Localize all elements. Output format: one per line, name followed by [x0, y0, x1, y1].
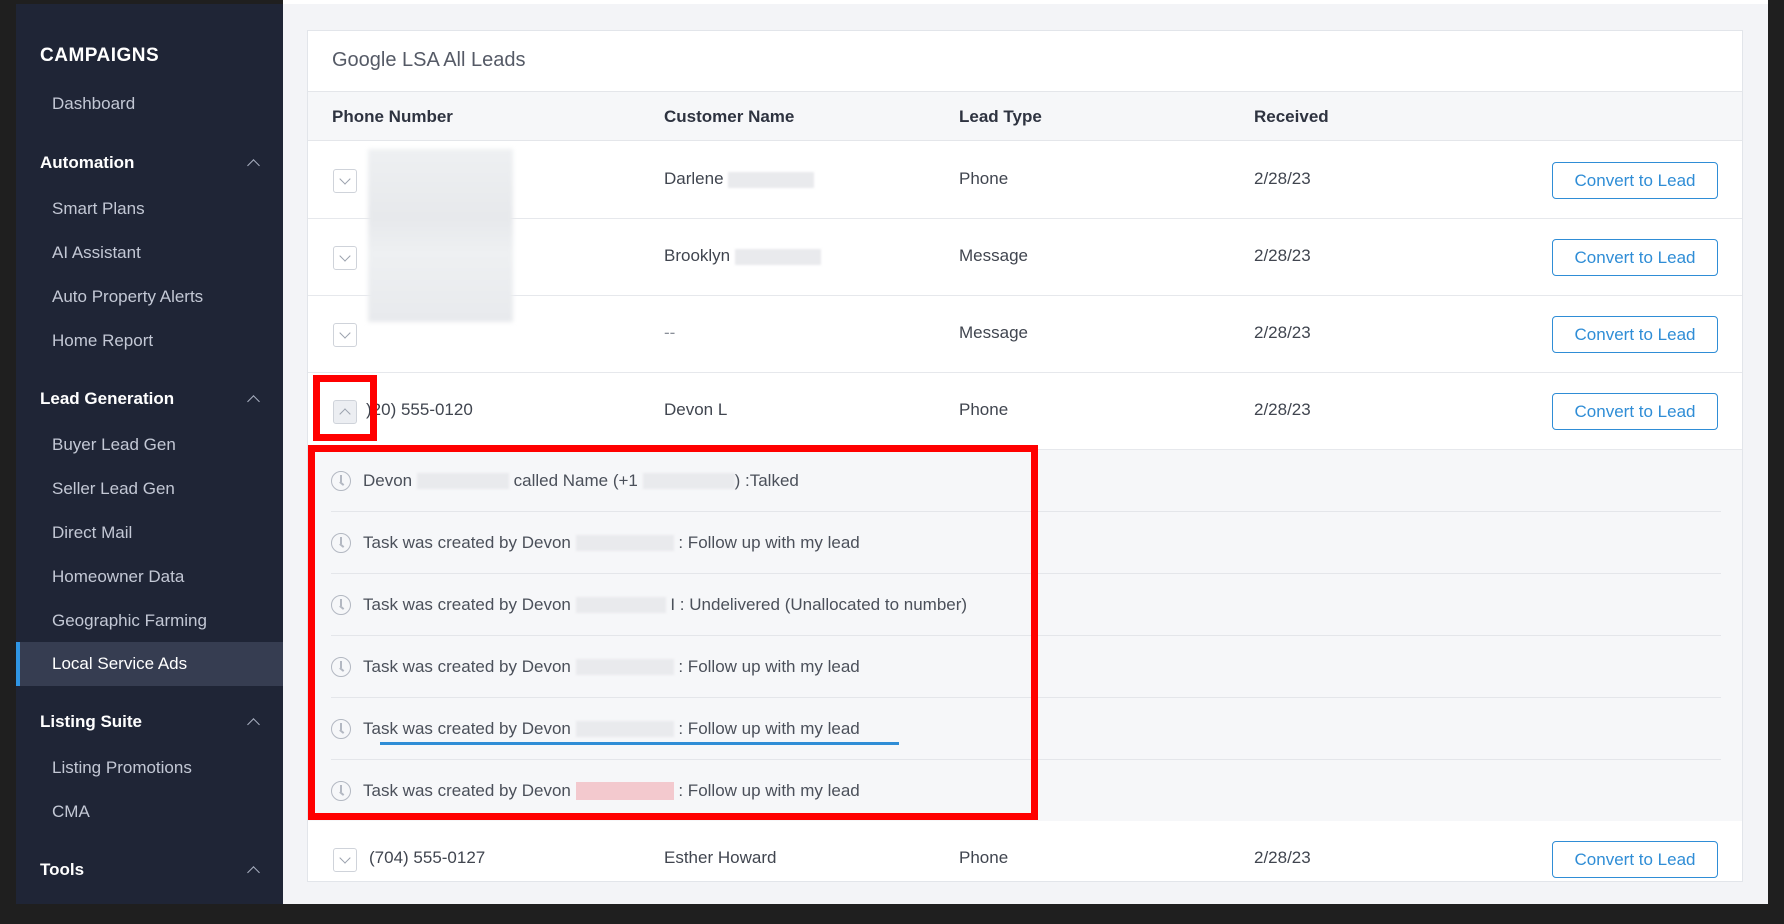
- section-listing-suite-label: Listing Suite: [40, 712, 142, 731]
- column-lead-type[interactable]: Lead Type: [959, 107, 1042, 127]
- table-row[interactable]: Brooklyn Message 2/28/23 Convert to Lead: [308, 219, 1742, 296]
- sidebar-item-ai-assistant[interactable]: AI Assistant: [16, 231, 283, 275]
- expand-row-button[interactable]: [333, 169, 357, 193]
- section-tools-label: Tools: [40, 860, 85, 879]
- column-customer-name[interactable]: Customer Name: [664, 107, 794, 127]
- expand-row-button[interactable]: [333, 848, 357, 872]
- lead-type: Phone: [959, 848, 1009, 867]
- highlight-box-toggle: [313, 375, 377, 441]
- chevron-up-icon: [247, 864, 259, 876]
- convert-to-lead-button[interactable]: Convert to Lead: [1552, 393, 1718, 430]
- sidebar-item-direct-mail[interactable]: Direct Mail: [16, 511, 283, 555]
- table-row[interactable]: (704) 555-0127 Esther Howard Phone 2/28/…: [308, 821, 1742, 881]
- sidebar-item-home-report[interactable]: Home Report: [16, 319, 283, 363]
- received-date: 2/28/23: [1254, 323, 1311, 342]
- card-title: Google LSA All Leads: [332, 49, 526, 71]
- customer-name: Esther Howard: [664, 848, 777, 867]
- phone-number: )20) 555-0120: [366, 400, 473, 419]
- sidebar-item-geographic-farming[interactable]: Geographic Farming: [16, 599, 283, 643]
- redacted-phone-block: [368, 149, 513, 322]
- sidebar-item-cma[interactable]: CMA: [16, 790, 283, 834]
- customer-name: Brooklyn: [664, 246, 821, 266]
- sidebar-item-dashboard[interactable]: Dashboard: [16, 82, 283, 126]
- customer-name: Darlene: [664, 169, 815, 189]
- section-lead-generation-label: Lead Generation: [40, 389, 175, 408]
- received-date: 2/28/23: [1254, 169, 1311, 188]
- section-automation[interactable]: Automation: [16, 148, 283, 178]
- lead-type: Message: [959, 323, 1028, 342]
- lead-type: Message: [959, 246, 1028, 265]
- section-automation-label: Automation: [40, 153, 135, 172]
- section-listing-suite[interactable]: Listing Suite: [16, 707, 283, 737]
- section-lead-generation[interactable]: Lead Generation: [16, 384, 283, 414]
- expand-row-button[interactable]: [333, 323, 357, 347]
- sidebar-item-listing-promotions[interactable]: Listing Promotions: [16, 746, 283, 790]
- highlight-box-activities: [308, 445, 1038, 820]
- sidebar-item-homeowner-data[interactable]: Homeowner Data: [16, 555, 283, 599]
- expand-row-button[interactable]: [333, 246, 357, 270]
- customer-name: --: [664, 323, 676, 342]
- convert-to-lead-button[interactable]: Convert to Lead: [1552, 239, 1718, 276]
- chevron-up-icon: [247, 393, 259, 405]
- phone-number: (704) 555-0127: [369, 848, 486, 867]
- lead-type: Phone: [959, 169, 1009, 188]
- chevron-up-icon: [247, 716, 259, 728]
- received-date: 2/28/23: [1254, 848, 1311, 867]
- sidebar-item-seller-lead-gen[interactable]: Seller Lead Gen: [16, 467, 283, 511]
- convert-to-lead-button[interactable]: Convert to Lead: [1552, 162, 1718, 199]
- table-row-expanded[interactable]: )20) 555-0120 Devon L Phone 2/28/23 Conv…: [308, 373, 1742, 450]
- chevron-up-icon: [247, 157, 259, 169]
- table-row[interactable]: -- Message 2/28/23 Convert to Lead: [308, 296, 1742, 373]
- sidebar-title: CAMPAIGNS: [40, 45, 160, 66]
- column-phone-number[interactable]: Phone Number: [332, 107, 453, 127]
- lead-type: Phone: [959, 400, 1009, 419]
- section-tools[interactable]: Tools: [16, 855, 283, 885]
- table-header: Phone Number Customer Name Lead Type Rec…: [308, 91, 1742, 141]
- sidebar-item-smart-plans[interactable]: Smart Plans: [16, 187, 283, 231]
- convert-to-lead-button[interactable]: Convert to Lead: [1552, 316, 1718, 353]
- table-row[interactable]: Darlene Phone 2/28/23 Convert to Lead: [308, 142, 1742, 219]
- convert-to-lead-button[interactable]: Convert to Lead: [1552, 841, 1718, 878]
- sidebar: CAMPAIGNS Dashboard Automation Smart Pla…: [16, 4, 283, 904]
- received-date: 2/28/23: [1254, 400, 1311, 419]
- column-received[interactable]: Received: [1254, 107, 1329, 127]
- sidebar-item-local-service-ads[interactable]: Local Service Ads: [16, 642, 283, 686]
- customer-name: Devon L: [664, 400, 728, 419]
- sidebar-item-auto-property-alerts[interactable]: Auto Property Alerts: [16, 275, 283, 319]
- sidebar-item-buyer-lead-gen[interactable]: Buyer Lead Gen: [16, 423, 283, 467]
- received-date: 2/28/23: [1254, 246, 1311, 265]
